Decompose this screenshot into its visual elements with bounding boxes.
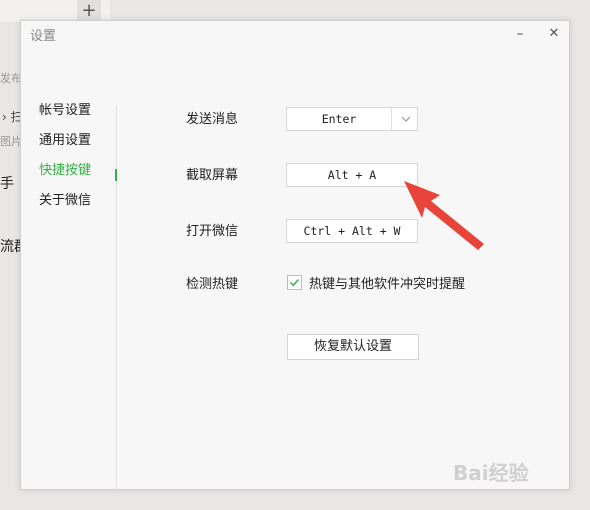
new-tab-button[interactable]: + [77, 0, 101, 22]
baidu-watermark: Bai经验 [453, 455, 563, 489]
dialog-title: 设置 [30, 29, 57, 44]
active-tab-indicator [115, 169, 117, 181]
screenshot-hotkey-field[interactable]: Alt + A [286, 163, 418, 187]
open-wechat-hotkey-field[interactable]: Ctrl + Alt + W [286, 219, 418, 243]
minimize-button[interactable]: – [509, 23, 531, 45]
close-button[interactable]: ✕ [543, 23, 565, 45]
settings-dialog: 设置 – ✕ 帐号设置 通用设置 快捷按键 关于微信 发送消息 Enter 截取… [20, 20, 570, 490]
sidebar-item-shortcuts[interactable]: 快捷按键 [39, 161, 119, 191]
sidebar-item-label: 快捷按键 [39, 163, 92, 178]
screenshot-label: 截取屏幕 [186, 168, 239, 183]
conflict-alert-checkbox[interactable] [287, 275, 302, 290]
send-key-value: Enter [321, 112, 357, 126]
check-icon [289, 278, 300, 287]
sidebar-item-general[interactable]: 通用设置 [39, 131, 119, 161]
sidebar-item-account[interactable]: 帐号设置 [39, 101, 119, 131]
send-key-select[interactable]: Enter [286, 107, 418, 131]
send-message-label: 发送消息 [186, 112, 239, 127]
sidebar-item-label: 通用设置 [39, 133, 92, 148]
sidebar-divider [116, 105, 117, 490]
chevron-down-icon[interactable] [396, 108, 416, 130]
restore-defaults-button[interactable]: 恢复默认设置 [287, 334, 419, 360]
background-text-fragment: 手 [0, 176, 14, 192]
sidebar-item-about[interactable]: 关于微信 [39, 191, 119, 221]
conflict-alert-label[interactable]: 热键与其他软件冲突时提醒 [309, 273, 465, 292]
select-divider [391, 108, 392, 130]
sidebar-item-label: 帐号设置 [39, 103, 92, 118]
watermark-text: Bai经验 [453, 461, 529, 485]
detect-hotkey-label: 检测热键 [186, 277, 239, 292]
background-text-fragment: 发布 [0, 72, 22, 85]
sidebar-item-label: 关于微信 [39, 193, 92, 208]
background-text-fragment: 图片 [0, 135, 22, 148]
open-wechat-label: 打开微信 [186, 224, 239, 239]
settings-sidebar: 帐号设置 通用设置 快捷按键 关于微信 [39, 101, 119, 221]
